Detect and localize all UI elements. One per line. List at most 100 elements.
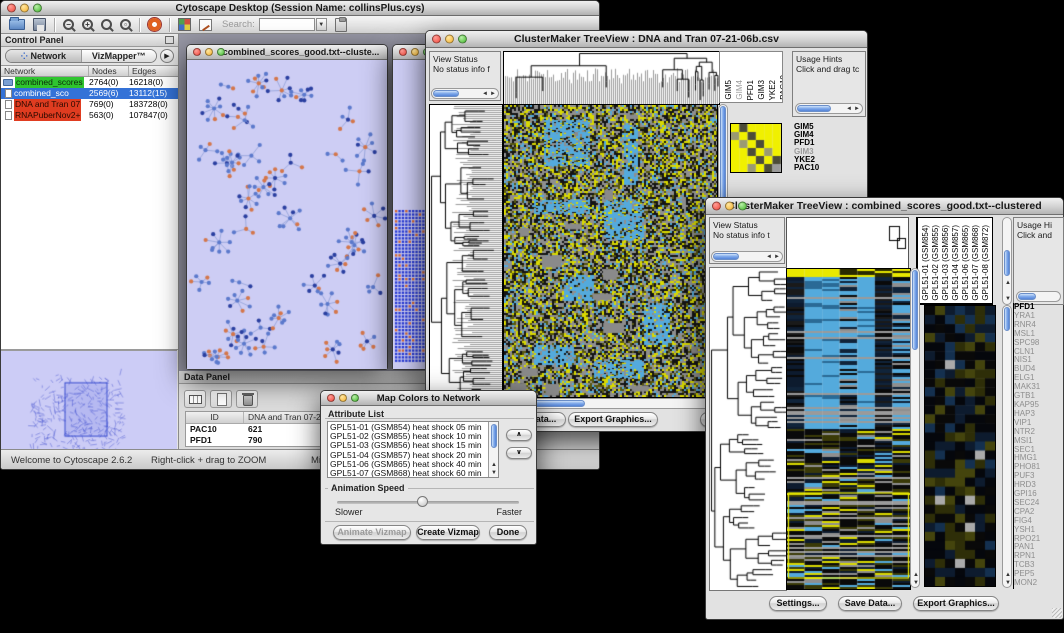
close-button[interactable] bbox=[193, 48, 201, 56]
annotation-icon[interactable] bbox=[199, 19, 212, 31]
zoom-button[interactable] bbox=[217, 48, 225, 56]
network-row-combined-sco-selected[interactable]: combined_sco 2569(6) 13112(15) bbox=[1, 88, 178, 99]
minimize-button[interactable] bbox=[339, 394, 347, 402]
zoom-out-icon[interactable]: − bbox=[63, 19, 74, 30]
usage-hints-panel: Usage Hi Click and bbox=[1013, 217, 1064, 305]
speed-slider-track[interactable] bbox=[337, 501, 519, 504]
network-view-title: combined_scores_good.txt--cluste... bbox=[223, 47, 380, 57]
control-panel-header: Control Panel bbox=[1, 34, 178, 47]
select-attributes-button[interactable] bbox=[184, 390, 206, 408]
global-heatmap[interactable] bbox=[503, 104, 718, 398]
network-view-titlebar[interactable]: combined_scores_good.txt--cluste... bbox=[187, 45, 387, 60]
resize-grip[interactable] bbox=[1052, 608, 1062, 618]
create-vizmap-button[interactable]: Create Vizmap bbox=[416, 525, 480, 540]
attribute-list[interactable]: GPL51-01 (GSM854) heat shock 05 minGPL51… bbox=[327, 421, 499, 478]
save-data-button[interactable]: Save Data... bbox=[838, 596, 902, 611]
usage-hints-hscrollbar[interactable]: ◄► bbox=[795, 103, 863, 114]
row-dendrogram[interactable] bbox=[709, 267, 787, 591]
network-graph-canvas[interactable] bbox=[187, 60, 387, 369]
global-heatmap-vscrollbar[interactable]: ▲▼ bbox=[910, 268, 920, 588]
tab-network[interactable]: ⁘ Network bbox=[6, 50, 82, 62]
zoom-button[interactable] bbox=[351, 394, 359, 402]
move-up-button[interactable]: ∧ bbox=[506, 429, 532, 441]
attribute-list-item[interactable]: GPL51-07 (GSM868) heat shock 60 min bbox=[330, 469, 485, 478]
dense-network-canvas[interactable] bbox=[393, 60, 429, 369]
help-lifering-icon[interactable] bbox=[148, 18, 161, 31]
zoom-heatmap[interactable] bbox=[924, 305, 996, 587]
open-file-icon[interactable] bbox=[9, 19, 25, 30]
export-graphics-button[interactable]: Export Graphics... bbox=[568, 412, 658, 427]
close-button[interactable] bbox=[399, 48, 407, 56]
minimize-button[interactable] bbox=[725, 202, 734, 211]
minimize-button[interactable] bbox=[445, 35, 454, 44]
zoom-heatmap[interactable] bbox=[730, 123, 782, 173]
zoom-selected-icon[interactable] bbox=[101, 19, 112, 30]
network-row-rnapuber[interactable]: RNAPuberNov2+ 563(0) 107847(0) bbox=[1, 110, 178, 121]
speed-slider-thumb[interactable] bbox=[417, 496, 428, 507]
column-label: PFD1 bbox=[746, 80, 755, 100]
view-status-panel: View Status No status info t ◄► bbox=[709, 217, 785, 264]
export-graphics-button[interactable]: Export Graphics... bbox=[913, 596, 999, 611]
delete-attribute-button[interactable] bbox=[236, 390, 258, 408]
tab-vizmapper[interactable]: VizMapper™ bbox=[82, 50, 157, 62]
close-button[interactable] bbox=[7, 4, 16, 13]
attribute-table-icon bbox=[189, 395, 202, 404]
new-attribute-button[interactable] bbox=[210, 390, 232, 408]
close-button[interactable] bbox=[327, 394, 335, 402]
column-dendrogram[interactable] bbox=[503, 51, 720, 105]
zoom-button[interactable] bbox=[33, 4, 42, 13]
minimize-button[interactable] bbox=[205, 48, 213, 56]
column-dendrogram[interactable] bbox=[786, 217, 909, 269]
usage-hints-hscrollbar[interactable] bbox=[1016, 291, 1061, 302]
column-label: YKE2 bbox=[768, 80, 777, 100]
background-window-titlebar[interactable] bbox=[393, 45, 429, 60]
treeview-dna-titlebar[interactable]: ClusterMaker TreeView : DNA and Tran 07-… bbox=[426, 31, 867, 48]
new-doc-icon bbox=[217, 393, 227, 406]
map-colors-dialog: Map Colors to Network Attribute List GPL… bbox=[320, 390, 537, 545]
clipboard-icon[interactable] bbox=[335, 18, 347, 32]
float-panel-icon[interactable] bbox=[165, 36, 174, 44]
minimize-button[interactable] bbox=[20, 4, 29, 13]
done-button[interactable]: Done bbox=[489, 525, 527, 540]
animate-vizmap-button[interactable]: Animate Vizmap bbox=[333, 525, 411, 540]
zoom-in-icon[interactable]: + bbox=[82, 19, 93, 30]
save-icon[interactable] bbox=[33, 18, 46, 31]
status-welcome: Welcome to Cytoscape 2.6.2 bbox=[11, 455, 132, 466]
column-labels-vscrollbar[interactable]: ▲▼ bbox=[1002, 217, 1012, 305]
column-label: GPL51-06 (GSM865) bbox=[961, 225, 970, 301]
minimize-button[interactable] bbox=[411, 48, 419, 56]
birdseye-overview[interactable] bbox=[1, 350, 177, 457]
network-doc-icon bbox=[5, 89, 12, 98]
network-row-dna-tran[interactable]: DNA and Tran 07 769(0) 183728(0) bbox=[1, 99, 178, 110]
search-input[interactable] bbox=[259, 18, 315, 31]
column-label: GIM4 bbox=[735, 80, 744, 100]
search-dropdown-arrow[interactable]: ▼ bbox=[316, 18, 327, 31]
global-heatmap[interactable] bbox=[786, 268, 911, 590]
vizmapper-icon[interactable] bbox=[178, 18, 191, 31]
map-colors-titlebar[interactable]: Map Colors to Network bbox=[321, 391, 536, 406]
column-label: GPL51-08 (GSM872) bbox=[981, 225, 990, 301]
move-down-button[interactable]: ∨ bbox=[506, 447, 532, 459]
zoom-fit-icon[interactable]: ▫ bbox=[120, 19, 131, 30]
tab-overflow-button[interactable]: ▶ bbox=[160, 49, 174, 63]
zoom-button[interactable] bbox=[738, 202, 747, 211]
settings-button[interactable]: Settings... bbox=[769, 596, 827, 611]
attribute-list-vscrollbar[interactable]: ▲▼ bbox=[488, 422, 498, 477]
faster-label: Faster bbox=[496, 507, 522, 517]
cytoscape-titlebar[interactable]: Cytoscape Desktop (Session Name: collins… bbox=[1, 1, 599, 16]
window-controls[interactable] bbox=[7, 4, 42, 13]
close-button[interactable] bbox=[712, 202, 721, 211]
treeview-combined-titlebar[interactable]: ClusterMaker TreeView : combined_scores_… bbox=[706, 198, 1063, 215]
column-label: GIM3 bbox=[757, 80, 766, 100]
zoom-button[interactable] bbox=[458, 35, 467, 44]
view-status-hscrollbar[interactable]: ◄► bbox=[711, 251, 783, 262]
column-label: GPL51-02 (GSM855) bbox=[931, 225, 940, 301]
window-title: Cytoscape Desktop (Session Name: collins… bbox=[176, 3, 425, 14]
view-status-hscrollbar[interactable]: ◄► bbox=[431, 88, 499, 99]
zoom-heatmap-vscrollbar[interactable]: ▲▼ bbox=[1002, 305, 1012, 588]
close-button[interactable] bbox=[432, 35, 441, 44]
row-dendrogram[interactable] bbox=[429, 104, 503, 398]
network-row-combined-scores[interactable]: combined_scores 2764(0) 16218(0) bbox=[1, 77, 178, 88]
treeview-combined-window: ClusterMaker TreeView : combined_scores_… bbox=[705, 197, 1064, 620]
usage-hints-panel: Usage Hints Click and drag tc ◄► bbox=[792, 51, 866, 117]
